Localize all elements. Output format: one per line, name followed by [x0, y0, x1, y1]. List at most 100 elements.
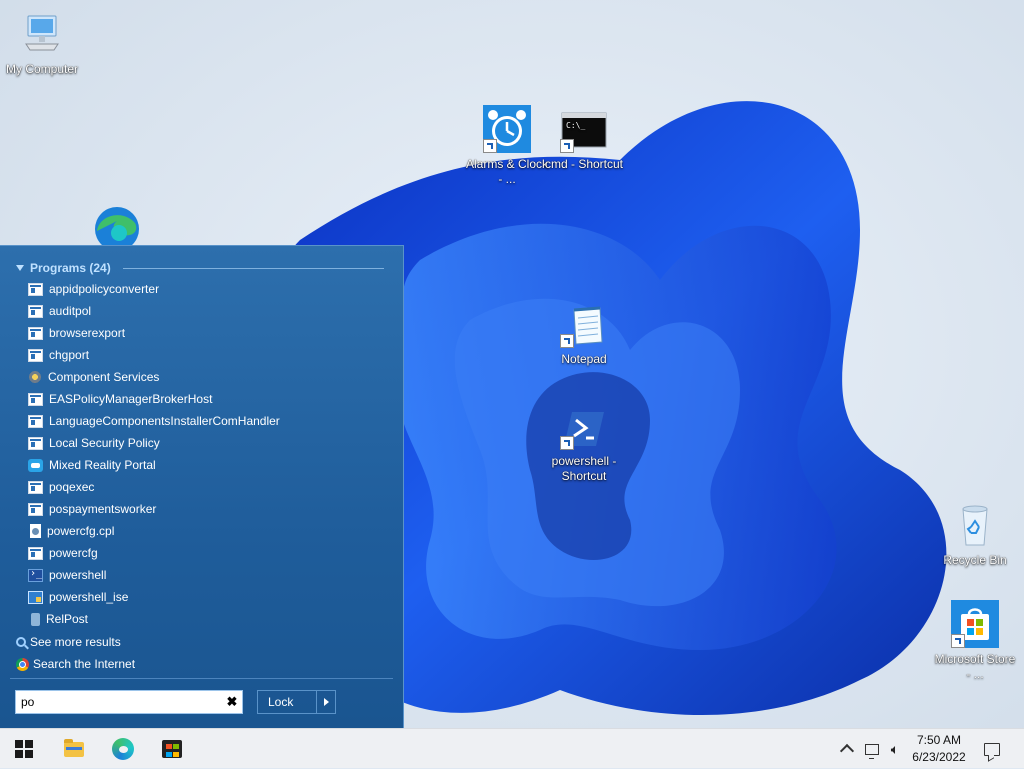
program-item[interactable]: poqexec	[28, 476, 388, 498]
desktop-icon-label: powershell - Shortcut	[551, 454, 617, 483]
desktop-icon-my-computer[interactable]: My Computer	[0, 10, 84, 77]
program-label: powershell	[49, 568, 107, 582]
clear-search-icon[interactable]: ✖	[222, 694, 242, 710]
desktop-icon-label: My Computer	[5, 62, 79, 76]
program-label: powershell_ise	[49, 590, 129, 604]
app-window-icon	[28, 502, 43, 516]
powershell-icon	[560, 408, 608, 450]
volume-icon: 🔈︎	[890, 740, 900, 757]
program-item[interactable]: browserexport	[28, 322, 388, 344]
shortcut-arrow-icon	[483, 139, 497, 153]
app-window-icon	[28, 392, 43, 406]
program-item[interactable]: chgport	[28, 344, 388, 366]
svg-text:C:\_: C:\_	[566, 121, 585, 130]
chevron-up-icon	[839, 743, 855, 759]
desktop-icon-label: Microsoft Store - ...	[934, 652, 1016, 681]
power-options-arrow[interactable]	[316, 691, 335, 713]
desktop-icon-label: cmd - Shortcut	[544, 157, 624, 171]
store-taskbar-button[interactable]	[156, 733, 188, 765]
clock-time: 7:50 AM	[916, 733, 962, 747]
app-window-icon	[28, 546, 43, 560]
programs-section-header[interactable]: Programs (24)	[16, 260, 384, 276]
taskbar-clock[interactable]: 7:50 AM 6/23/2022	[900, 732, 978, 766]
search-internet-link[interactable]: Search the Internet	[16, 654, 316, 674]
network-icon	[865, 743, 879, 759]
program-item[interactable]: EASPolicyManagerBrokerHost	[28, 388, 388, 410]
program-label: Mixed Reality Portal	[49, 458, 156, 472]
desktop-icon-cmd[interactable]: C:\_ cmd - Shortcut	[542, 111, 626, 172]
start-menu: Programs (24) appidpolicyconverter audit…	[0, 245, 404, 728]
app-window-icon	[28, 480, 43, 494]
desktop-icon-powershell[interactable]: powershell - Shortcut	[542, 408, 626, 484]
edge-taskbar-button[interactable]	[107, 733, 139, 765]
program-item[interactable]: powercfg.cpl	[28, 520, 388, 542]
program-item[interactable]: powershell_ise	[28, 586, 388, 608]
shortcut-arrow-icon	[560, 334, 574, 348]
relpost-icon	[31, 612, 40, 626]
powershell-ise-icon	[28, 590, 43, 604]
powershell-icon	[28, 568, 43, 582]
app-window-icon	[28, 282, 43, 296]
desktop-icon-alarms-clock[interactable]: Alarms & Clock - ...	[465, 105, 549, 187]
program-item[interactable]: powershell	[28, 564, 388, 586]
edge-icon	[112, 738, 134, 760]
program-item[interactable]: RelPost	[28, 608, 388, 630]
program-label: browserexport	[49, 326, 126, 340]
program-item[interactable]: Mixed Reality Portal	[28, 454, 388, 476]
desktop-icon-notepad[interactable]: Notepad	[542, 306, 626, 367]
app-window-icon	[28, 304, 43, 318]
programs-section-title: Programs (24)	[30, 261, 111, 275]
program-item[interactable]: Local Security Policy	[28, 432, 388, 454]
program-item[interactable]: auditpol	[28, 300, 388, 322]
chevron-right-icon	[323, 698, 329, 706]
program-label: Component Services	[48, 370, 160, 384]
search-internet-label: Search the Internet	[33, 657, 136, 671]
security-policy-icon	[28, 436, 43, 450]
taskbar: 🔈︎ 7:50 AM 6/23/2022	[0, 728, 1024, 768]
search-icon	[16, 637, 26, 647]
alarm-clock-icon	[483, 105, 531, 153]
program-label: powercfg.cpl	[47, 524, 115, 538]
app-window-icon	[28, 414, 43, 428]
see-more-results-label: See more results	[30, 635, 121, 649]
program-label: LanguageComponentsInstallerComHandler	[49, 414, 280, 428]
start-search-input[interactable]	[16, 692, 222, 712]
shortcut-arrow-icon	[951, 634, 965, 648]
network-status[interactable]	[862, 729, 882, 769]
program-item[interactable]: pospaymentsworker	[28, 498, 388, 520]
program-label: EASPolicyManagerBrokerHost	[49, 392, 213, 406]
program-label: pospaymentsworker	[49, 502, 157, 516]
windows-logo-icon	[15, 740, 33, 758]
chrome-icon	[16, 657, 29, 671]
clock-date: 6/23/2022	[912, 750, 966, 764]
store-icon	[162, 740, 182, 758]
desktop-icon-recycle-bin[interactable]: Recycle Bin	[933, 503, 1017, 568]
program-label: poqexec	[49, 480, 95, 494]
file-explorer-button[interactable]	[58, 733, 90, 765]
desktop-icon-label: Alarms & Clock - ...	[465, 157, 548, 186]
program-label: chgport	[49, 348, 90, 362]
store-icon	[951, 600, 999, 648]
app-window-icon	[28, 348, 43, 362]
start-button[interactable]	[8, 733, 40, 765]
program-item[interactable]: LanguageComponentsInstallerComHandler	[28, 410, 388, 432]
desktop-icon-label: Notepad	[561, 352, 607, 366]
program-label: auditpol	[49, 304, 92, 318]
programs-list: appidpolicyconverter auditpol browserexp…	[28, 278, 388, 630]
program-item[interactable]: appidpolicyconverter	[28, 278, 388, 300]
program-item[interactable]: Component Services	[28, 366, 388, 388]
program-label: RelPost	[46, 612, 89, 626]
see-more-results-link[interactable]: See more results	[16, 632, 316, 652]
program-label: appidpolicyconverter	[49, 282, 160, 296]
program-label: Local Security Policy	[49, 436, 160, 450]
notepad-icon	[560, 306, 608, 348]
notification-center-button[interactable]	[980, 729, 1004, 769]
start-search-box: ✖	[15, 690, 243, 714]
show-hidden-icons-button[interactable]	[838, 729, 856, 769]
component-services-icon	[28, 370, 42, 384]
lock-button-label[interactable]: Lock	[258, 695, 316, 709]
program-item[interactable]: powercfg	[28, 542, 388, 564]
desktop-icon-microsoft-store[interactable]: Microsoft Store - ...	[933, 600, 1017, 682]
control-panel-file-icon	[30, 524, 41, 538]
app-window-icon	[28, 326, 43, 340]
